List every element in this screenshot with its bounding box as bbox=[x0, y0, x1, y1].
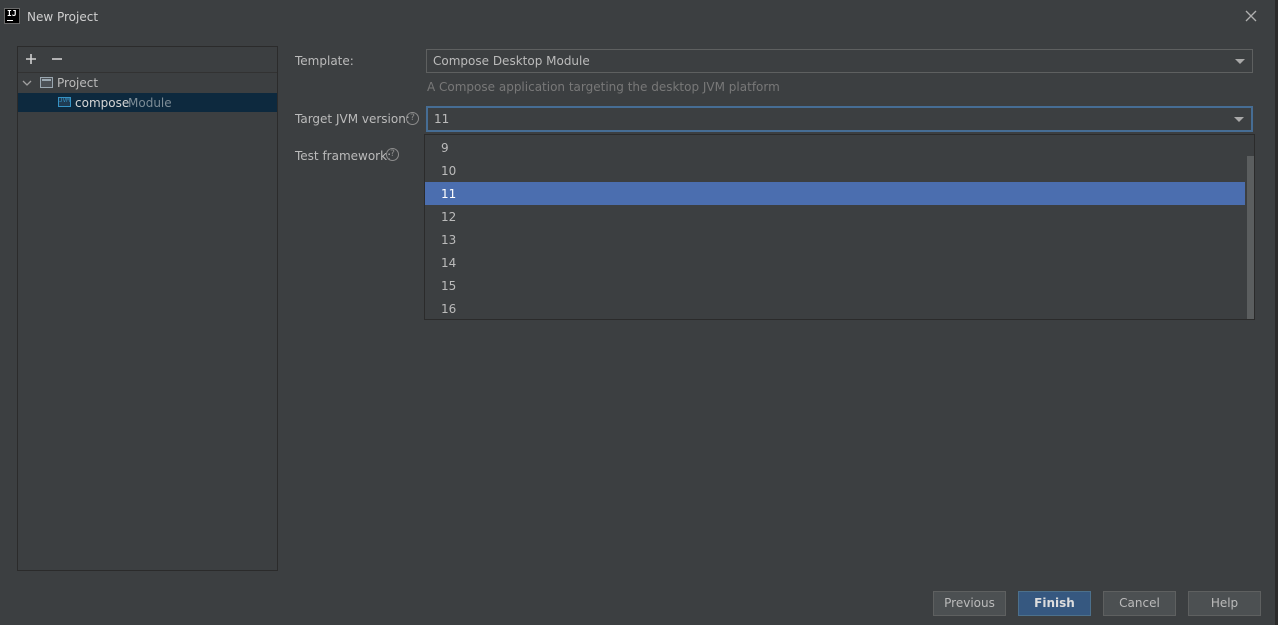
chevron-down-icon[interactable] bbox=[22, 78, 32, 88]
scrollbar-thumb[interactable] bbox=[1247, 156, 1254, 319]
remove-icon[interactable] bbox=[51, 53, 63, 65]
test-framework-label: Test framework: bbox=[295, 149, 392, 163]
dropdown-option[interactable]: 15 bbox=[425, 274, 1245, 297]
dropdown-option-selected[interactable]: 11 bbox=[425, 182, 1245, 205]
previous-button[interactable]: Previous bbox=[933, 591, 1006, 616]
dropdown-arrow-icon bbox=[1235, 59, 1245, 64]
logo-text: IJ bbox=[7, 9, 17, 18]
target-jvm-label: Target JVM version: bbox=[295, 112, 410, 126]
dropdown-option[interactable]: 12 bbox=[425, 205, 1245, 228]
title-bar: IJ New Project bbox=[0, 0, 1278, 34]
module-icon-text: JVM bbox=[59, 97, 70, 104]
tree-item-project-label: Project bbox=[57, 76, 99, 90]
template-label: Template: bbox=[295, 54, 354, 68]
project-folder-icon bbox=[40, 77, 53, 88]
template-description: A Compose application targeting the desk… bbox=[427, 80, 780, 94]
tree-item-module-name: compose bbox=[75, 96, 130, 110]
intellij-logo-icon: IJ bbox=[4, 8, 20, 24]
dropdown-option[interactable]: 16 bbox=[425, 297, 1245, 319]
jvm-module-icon: JVM bbox=[58, 97, 71, 107]
finish-button[interactable]: Finish bbox=[1018, 591, 1091, 616]
window-title: New Project bbox=[27, 10, 99, 24]
dropdown-option[interactable]: 9 bbox=[425, 136, 1245, 159]
template-select[interactable]: Compose Desktop Module bbox=[426, 49, 1253, 73]
add-icon[interactable] bbox=[25, 53, 37, 65]
tree-toolbar bbox=[18, 47, 277, 73]
project-tree-panel: Project JVM compose Module bbox=[17, 46, 278, 571]
help-button[interactable]: Help bbox=[1188, 591, 1261, 616]
dropdown-scrollbar[interactable] bbox=[1246, 135, 1254, 319]
tree-item-module[interactable]: JVM compose Module bbox=[18, 93, 277, 112]
jvm-version-dropdown-list: 9 10 11 12 13 14 15 16 bbox=[424, 134, 1255, 320]
help-icon[interactable]: ? bbox=[406, 112, 419, 125]
template-select-value: Compose Desktop Module bbox=[433, 54, 590, 68]
cancel-button[interactable]: Cancel bbox=[1103, 591, 1176, 616]
target-jvm-select-value: 11 bbox=[434, 112, 450, 126]
help-icon[interactable]: ? bbox=[386, 148, 399, 161]
dropdown-option[interactable]: 14 bbox=[425, 251, 1245, 274]
tree-item-module-type: Module bbox=[128, 96, 172, 110]
dropdown-option[interactable]: 10 bbox=[425, 159, 1245, 182]
close-icon[interactable] bbox=[1244, 9, 1258, 23]
target-jvm-select[interactable]: 11 bbox=[426, 106, 1253, 132]
dropdown-option[interactable]: 13 bbox=[425, 228, 1245, 251]
dropdown-arrow-icon bbox=[1234, 117, 1244, 122]
tree-item-project[interactable]: Project bbox=[18, 74, 277, 92]
